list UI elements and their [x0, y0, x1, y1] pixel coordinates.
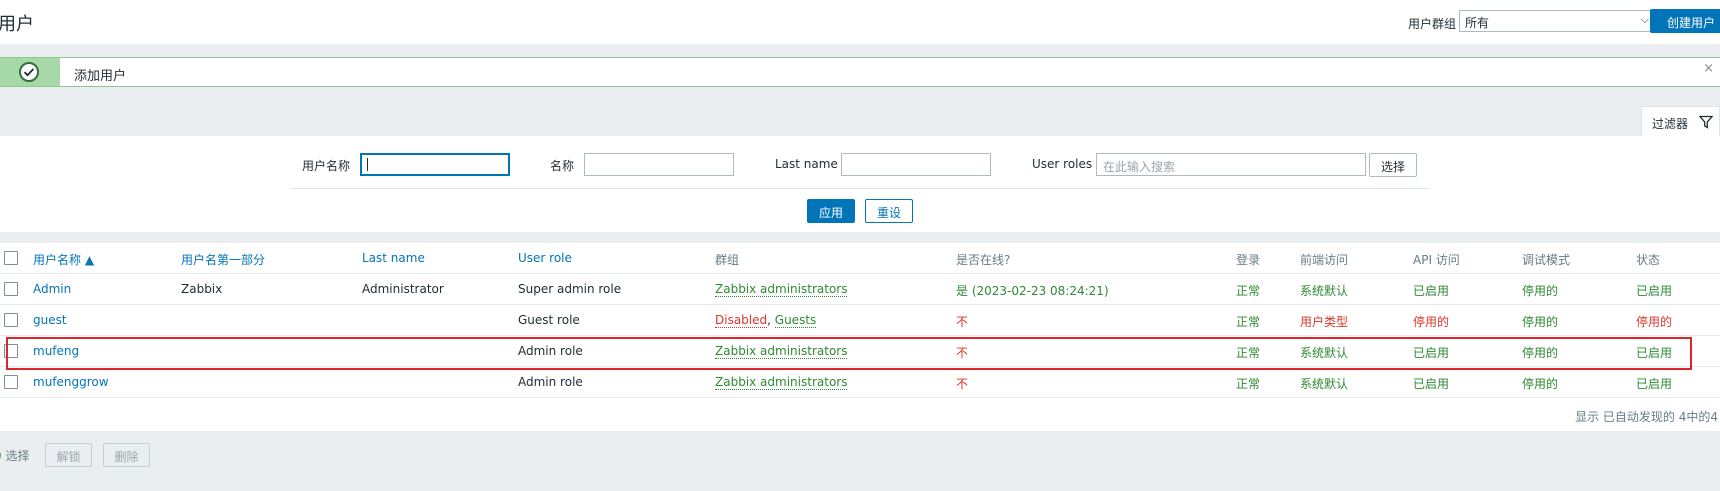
- groups-cell: Disabled, Guests: [715, 313, 817, 328]
- select-all-checkbox[interactable]: [4, 251, 18, 265]
- unblock-button[interactable]: 解锁: [45, 443, 92, 467]
- groups-cell: Zabbix administrators: [715, 282, 848, 297]
- user-status[interactable]: 已启用: [1636, 375, 1672, 392]
- highlight-box: [6, 337, 1692, 370]
- role-cell: Admin role: [518, 375, 583, 389]
- reset-button[interactable]: 重设: [865, 199, 913, 223]
- api-access: 已启用: [1413, 377, 1450, 391]
- lastname-filter-label: Last name: [775, 157, 838, 171]
- row-checkbox[interactable]: [4, 313, 18, 327]
- role-cell: Guest role: [518, 313, 580, 327]
- username-column-header[interactable]: 用户名称 ▲: [33, 251, 94, 268]
- group-link[interactable]: Zabbix administrators: [715, 282, 848, 297]
- groups-cell: Zabbix administrators: [715, 375, 848, 390]
- message-status-strip: [0, 58, 60, 86]
- debug-column-header: 调试模式: [1522, 253, 1571, 267]
- close-icon[interactable]: ×: [1703, 61, 1714, 76]
- status-column-header: 状态: [1636, 253, 1661, 267]
- frontend-column-header: 前端访问: [1300, 253, 1349, 267]
- create-user-button[interactable]: 创建用户: [1650, 9, 1720, 33]
- user-status[interactable]: 停用的: [1636, 313, 1672, 330]
- group-link-disabled[interactable]: Disabled: [715, 313, 768, 328]
- delete-button[interactable]: 删除: [103, 443, 150, 467]
- online-cell: 是 (2023-02-23 08:24:21): [956, 284, 1109, 298]
- page-title: 用户: [0, 14, 34, 35]
- login-status[interactable]: 正常: [1236, 282, 1260, 299]
- group-link[interactable]: Zabbix administrators: [715, 375, 848, 390]
- lastname-cell: Administrator: [362, 282, 444, 296]
- debug-mode: 停用的: [1522, 377, 1559, 391]
- online-cell: 不: [956, 377, 969, 391]
- table-header-row: 用户名称 ▲ 用户名第一部分 Last name User role 群组 是否…: [0, 243, 1720, 274]
- lastname-column-header[interactable]: Last name: [362, 251, 425, 265]
- login-status[interactable]: 正常: [1236, 375, 1260, 392]
- username-link[interactable]: guest: [33, 313, 67, 327]
- username-link[interactable]: Admin: [33, 282, 71, 296]
- group-link[interactable]: Guests: [774, 313, 817, 328]
- debug-mode: 停用的: [1522, 284, 1559, 298]
- api-column-header: API 访问: [1413, 253, 1460, 267]
- group-separator: ,: [767, 313, 775, 327]
- debug-mode: 停用的: [1522, 315, 1559, 329]
- frontend-access: 系统默认: [1300, 284, 1349, 298]
- page-header: 用户 用户群组 所有 ⌵ 创建用户: [0, 0, 1720, 44]
- frontend-access: 系统默认: [1300, 377, 1349, 391]
- filter-tab[interactable]: 过滤器: [1641, 106, 1720, 137]
- table-row: mufenggrow Admin role Zabbix administrat…: [0, 367, 1720, 398]
- online-column-header: 是否在线?: [956, 253, 1011, 267]
- login-column-header: 登录: [1236, 253, 1261, 267]
- api-access: 已启用: [1413, 284, 1450, 298]
- row-checkbox[interactable]: [4, 375, 18, 389]
- frontend-access: 用户类型: [1300, 315, 1349, 329]
- name-filter-input[interactable]: [584, 153, 734, 176]
- table-row: guest Guest role Disabled, Guests 不 正常 用…: [0, 305, 1720, 336]
- selected-count: 0 选择: [0, 449, 30, 463]
- funnel-icon: [1699, 115, 1713, 129]
- user-group-label: 用户群组: [1408, 17, 1457, 31]
- lastname-filter-input[interactable]: [841, 153, 991, 176]
- login-status[interactable]: 正常: [1236, 313, 1260, 330]
- role-cell: Super admin role: [518, 282, 622, 296]
- user-group-select-value: 所有: [1465, 16, 1490, 30]
- username-filter-label: 用户名称: [302, 159, 351, 173]
- message-text: 添加用户: [74, 69, 127, 84]
- mass-actions-bar: 0 选择 解锁 删除: [0, 431, 1720, 491]
- username-link[interactable]: mufenggrow: [33, 375, 109, 389]
- name-filter-label: 名称: [550, 159, 575, 173]
- role-column-header[interactable]: User role: [518, 251, 572, 265]
- api-access: 停用的: [1413, 315, 1450, 329]
- apply-button[interactable]: 应用: [807, 199, 855, 223]
- name-column-header[interactable]: 用户名第一部分: [181, 251, 265, 268]
- row-checkbox[interactable]: [4, 282, 18, 296]
- online-cell: 不: [956, 315, 969, 329]
- user-group-select[interactable]: 所有 ⌵: [1459, 10, 1656, 32]
- table-row: Admin Zabbix Administrator Super admin r…: [0, 274, 1720, 305]
- roles-filter-placeholder: 在此输入搜索: [1103, 160, 1176, 174]
- user-status[interactable]: 已启用: [1636, 282, 1672, 299]
- result-count: 显示 已自动发现的 4中的4: [1575, 410, 1718, 424]
- filter-tab-label: 过滤器: [1652, 117, 1689, 131]
- filter-panel: 用户名称 名称 Last name User roles 在此输入搜索 选择 应…: [0, 136, 1720, 232]
- filter-divider: [292, 188, 1428, 189]
- roles-filter-label: User roles: [1032, 157, 1093, 171]
- roles-filter-input[interactable]: 在此输入搜索: [1096, 153, 1366, 176]
- success-message: 添加用户 ×: [0, 57, 1720, 87]
- check-circle-icon: [19, 62, 39, 82]
- text-caret: [367, 158, 368, 171]
- groups-column-header: 群组: [715, 253, 740, 267]
- select-roles-button[interactable]: 选择: [1369, 153, 1417, 177]
- first-name-cell: Zabbix: [181, 282, 223, 296]
- chevron-down-icon: ⌵: [1640, 13, 1649, 26]
- username-filter-input[interactable]: [360, 153, 510, 176]
